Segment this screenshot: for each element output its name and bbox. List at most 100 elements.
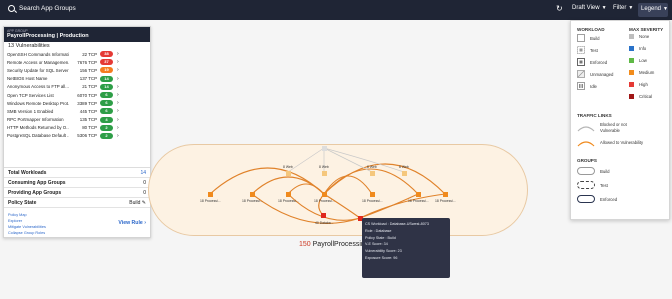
- workload-node[interactable]: [322, 146, 327, 151]
- vulnerability-row[interactable]: Anonymous Access to FTP all... 21 TCP 14 ›: [4, 83, 150, 91]
- workload-node[interactable]: [370, 171, 375, 176]
- legend-traffic-label: Blocked or not Vulnerable: [600, 122, 627, 133]
- unmanaged-workload-icon: [577, 70, 585, 78]
- legend-workload-unmanaged: Unmanaged: [577, 70, 613, 78]
- vulnerability-row[interactable]: NetBIOS Host Name 137 TCP 14 ›: [4, 75, 150, 83]
- workload-node-label: 18 Processi...: [314, 199, 335, 203]
- workload-node[interactable]: [322, 171, 327, 176]
- legend-label: Legend: [641, 6, 662, 12]
- legend-severity-label: Critical: [639, 94, 653, 99]
- workload-node-label: 8 Web: [319, 165, 329, 169]
- legend-traffic-blocked: Blocked or not Vulnerable: [577, 122, 646, 133]
- traffic-links: [209, 147, 446, 224]
- traffic-link[interactable]: [318, 193, 325, 216]
- draft-view-menu[interactable]: Draft View ▼: [572, 5, 607, 11]
- workload-node[interactable]: [208, 192, 213, 197]
- tooltip-policy-state: Policy State : Build: [365, 235, 396, 240]
- tooltip-role: Role : Database: [365, 228, 392, 233]
- legend-workload-label: Unmanaged: [590, 71, 614, 77]
- link-collapse-group-roles[interactable]: Collapse Group Roles: [8, 230, 146, 236]
- workload-node-label: 8 Web: [367, 165, 377, 169]
- workload-node[interactable]: [250, 192, 255, 197]
- workload-node[interactable]: [286, 192, 291, 197]
- chevron-right-icon: ›: [117, 116, 119, 123]
- vulnerability-row[interactable]: OpenSSH Commands Informati... 22 TCP 38 ›: [4, 50, 150, 58]
- vulnerability-name: OpenSSH Commands Informati...: [7, 51, 69, 57]
- vulnerability-port: 6070 TCP: [77, 92, 97, 98]
- vulnerability-name: HTTP Methods Returned by O...: [7, 125, 69, 131]
- chevron-right-icon: ›: [117, 92, 119, 99]
- panel-header: APP GROUP PayrollProcessing | Production: [4, 27, 150, 42]
- workload-node[interactable]: [286, 171, 291, 176]
- view-rule-button[interactable]: View Rule ›: [118, 220, 146, 226]
- vulnerability-name: PostgreSQL Database Default ...: [7, 133, 69, 139]
- vulnerability-row[interactable]: Security Update for SQL Server 156 TCP 19 ›: [4, 66, 150, 74]
- filter-menu[interactable]: Filter ▼: [613, 5, 633, 11]
- vulnerability-port: 135 TCP: [79, 117, 97, 123]
- vulnerability-port: 21 TCP: [82, 84, 97, 90]
- search-label[interactable]: Search App Groups: [19, 5, 76, 12]
- vulnerability-port: 445 TCP: [79, 108, 97, 114]
- traffic-link[interactable]: [359, 193, 446, 219]
- legend-group-label: Enforced: [600, 196, 618, 202]
- vulnerability-score-badge: 38: [100, 51, 113, 58]
- legend-severity-row: Info: [629, 46, 646, 51]
- traffic-link[interactable]: [209, 167, 325, 195]
- vulnerability-name: SMB Version 1 Enabled: [7, 108, 54, 114]
- legend-severity-label: Low: [639, 58, 647, 63]
- severity-swatch: [629, 46, 634, 51]
- vulnerability-row[interactable]: RPC Portmapper Information 135 TCP 4 ›: [4, 116, 150, 124]
- tooltip-ve-score: V-E Score: 34: [365, 242, 388, 247]
- chevron-right-icon: ›: [144, 220, 146, 226]
- view-rule-label: View Rule: [118, 220, 143, 226]
- vulnerable-link-icon: [577, 141, 595, 147]
- workload-node[interactable]: [370, 192, 375, 197]
- app-group-graph: 8 Web 8 Web 8 Web 8 Web 18 Processi... 18 Pro…: [148, 130, 528, 250]
- build-group-icon: [577, 167, 595, 175]
- enforced-group-icon: [577, 195, 595, 203]
- traffic-link[interactable]: [287, 183, 325, 195]
- app-group-search[interactable]: Search App Groups: [8, 5, 76, 12]
- chevron-right-icon: ›: [117, 83, 119, 90]
- search-icon: [8, 5, 15, 12]
- stat-row: Providing App Groups 0: [4, 188, 150, 198]
- stat-label: Policy State: [8, 199, 37, 206]
- vulnerability-row[interactable]: SMB Version 1 Enabled 445 TCP 6 ›: [4, 107, 150, 115]
- stat-label: Total Workloads: [8, 169, 47, 176]
- edit-icon[interactable]: ✎: [142, 200, 146, 206]
- legend-severity-row: Low: [629, 58, 647, 63]
- stat-row: Total Workloads 14: [4, 168, 150, 178]
- refresh-icon[interactable]: ↻: [556, 4, 563, 13]
- legend-group-label: Test: [600, 182, 608, 188]
- workload-node[interactable]: [402, 171, 407, 176]
- legend-workload-label: Build: [590, 35, 600, 41]
- workload-node[interactable]: [321, 213, 326, 218]
- vulnerability-row[interactable]: Remote Access or Managemen... 7676 TCP 37 ›: [4, 58, 150, 66]
- workload-node[interactable]: [322, 192, 327, 197]
- workload-node[interactable]: [416, 192, 421, 197]
- chevron-right-icon: ›: [117, 67, 119, 74]
- group-workload-count: 150: [299, 241, 311, 248]
- vulnerability-row[interactable]: HTTP Methods Returned by O... 80 TCP 2 ›: [4, 124, 150, 132]
- chevron-right-icon: ›: [117, 132, 119, 139]
- vulnerability-row[interactable]: PostgreSQL Database Default ... 5306 TCP 2…: [4, 132, 150, 140]
- traffic-link[interactable]: [323, 163, 446, 195]
- traffic-link[interactable]: [323, 175, 373, 195]
- vulnerability-row[interactable]: Windows Remote Desktop Prot... 3389 TCP 6 ›: [4, 99, 150, 107]
- workload-node-label: 18 Processi...: [362, 199, 383, 203]
- vulnerability-name: Windows Remote Desktop Prot...: [7, 100, 69, 106]
- filter-label: Filter: [613, 5, 627, 11]
- vulnerability-row[interactable]: Open TCP Services List 6070 TCP 6 ›: [4, 91, 150, 99]
- legend-severity-row: None: [629, 34, 649, 39]
- legend-menu[interactable]: Legend ▼: [638, 3, 668, 17]
- traffic-link[interactable]: [323, 193, 361, 219]
- workload-tooltip: CS Workload : Database-USwest-8073 Role …: [362, 218, 450, 278]
- workload-node-label: 40 Databa...: [315, 221, 334, 225]
- vulnerability-port: 137 TCP: [79, 76, 97, 82]
- traffic-link[interactable]: [323, 147, 405, 173]
- workload-node[interactable]: [443, 192, 448, 197]
- legend-group-label: Build: [600, 168, 610, 174]
- legend-traffic-title: TRAFFIC LINKS: [577, 113, 612, 118]
- legend-severity-row: High: [629, 82, 648, 87]
- legend-workload-build: Build: [577, 34, 600, 42]
